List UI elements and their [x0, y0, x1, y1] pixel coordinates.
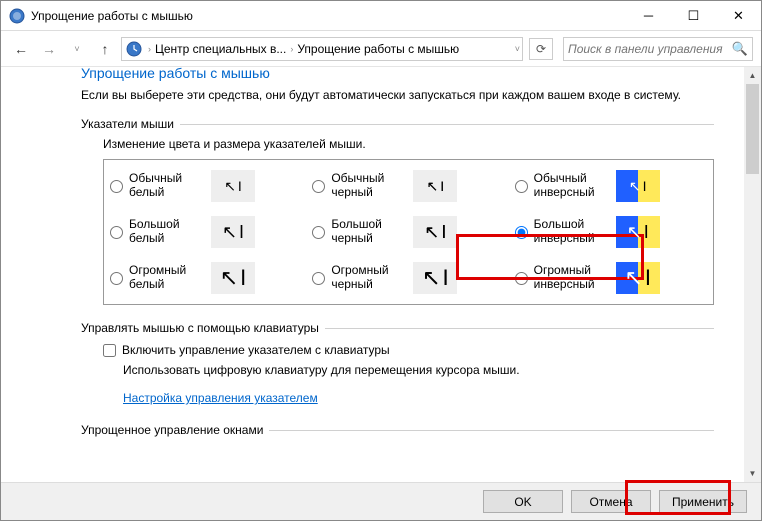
cursor-preview: ↖I — [211, 170, 255, 202]
option-label: Большой черный — [331, 218, 407, 246]
chevron-icon: › — [148, 44, 151, 54]
radio-inv-normal[interactable] — [515, 180, 528, 193]
refresh-button[interactable]: ⟳ — [529, 38, 553, 60]
radio-inv-huge[interactable] — [515, 272, 528, 285]
pointers-subtitle: Изменение цвета и размера указателей мыш… — [103, 137, 714, 151]
option-label: Огромный черный — [331, 264, 407, 292]
option-label: Обычный черный — [331, 172, 407, 200]
pointer-option-inv-huge[interactable]: Огромный инверсный ↖I — [515, 262, 707, 294]
section-title-pointers: Указатели мыши — [81, 117, 174, 131]
option-label: Обычный белый — [129, 172, 205, 200]
pointer-option-white-large[interactable]: Большой белый ↖I — [110, 216, 302, 248]
radio-white-huge[interactable] — [110, 272, 123, 285]
mouse-keys-help: Использовать цифровую клавиатуру для пер… — [123, 363, 714, 377]
cursor-preview: ↖I — [211, 216, 255, 248]
pointer-option-white-huge[interactable]: Огромный белый ↖I — [110, 262, 302, 294]
forward-button[interactable]: → — [37, 37, 61, 61]
cursor-preview: ↖I — [413, 262, 457, 294]
pointer-option-white-normal[interactable]: Обычный белый ↖I — [110, 170, 302, 202]
breadcrumb-item[interactable]: Центр специальных в... — [155, 42, 286, 56]
close-button[interactable]: ✕ — [716, 1, 761, 30]
checkbox-label: Включить управление указателем с клавиат… — [122, 343, 390, 357]
window-titlebar: Упрощение работы с мышью ─ ☐ ✕ — [1, 1, 761, 31]
navigation-bar: ← → ˅ ↑ › Центр специальных в... › Упрощ… — [1, 31, 761, 67]
pointer-option-black-huge[interactable]: Огромный черный ↖I — [312, 262, 504, 294]
radio-black-normal[interactable] — [312, 180, 325, 193]
divider — [269, 430, 714, 431]
option-label: Огромный инверсный — [534, 264, 610, 292]
enable-mouse-keys-checkbox[interactable] — [103, 344, 116, 357]
breadcrumb-item[interactable]: Упрощение работы с мышью — [297, 42, 459, 56]
back-button[interactable]: ← — [9, 37, 33, 61]
radio-white-large[interactable] — [110, 226, 123, 239]
radio-white-normal[interactable] — [110, 180, 123, 193]
cursor-preview: ↖I — [616, 216, 660, 248]
option-label: Большой белый — [129, 218, 205, 246]
control-panel-icon — [126, 41, 142, 57]
window-title: Упрощение работы с мышью — [31, 9, 626, 23]
content-pane: Упрощение работы с мышью Если вы выберет… — [1, 67, 744, 482]
apply-button[interactable]: Применить — [659, 490, 747, 513]
cursor-preview: ↖I — [413, 170, 457, 202]
enable-mouse-keys-row[interactable]: Включить управление указателем с клавиат… — [103, 343, 714, 357]
dropdown-icon[interactable]: ˅ — [515, 44, 520, 54]
section-title-windows-mgmt: Упрощенное управление окнами — [81, 423, 263, 437]
pointer-option-black-normal[interactable]: Обычный черный ↖I — [312, 170, 504, 202]
cursor-preview: ↖I — [413, 216, 457, 248]
option-label: Большой инверсный — [534, 218, 610, 246]
page-description: Если вы выберете эти средства, они будут… — [81, 87, 714, 103]
scrollbar-thumb[interactable] — [746, 84, 759, 174]
cursor-preview: ↖I — [616, 170, 660, 202]
dialog-button-bar: OK Отмена Применить — [1, 482, 761, 520]
search-icon[interactable]: 🔍 — [732, 41, 748, 57]
radio-black-large[interactable] — [312, 226, 325, 239]
minimize-button[interactable]: ─ — [626, 1, 671, 30]
pointer-option-black-large[interactable]: Большой черный ↖I — [312, 216, 504, 248]
radio-black-huge[interactable] — [312, 272, 325, 285]
app-icon — [9, 8, 25, 24]
maximize-button[interactable]: ☐ — [671, 1, 716, 30]
scroll-up-arrow[interactable]: ▲ — [744, 67, 761, 84]
chevron-icon: › — [290, 44, 293, 54]
up-button[interactable]: ↑ — [93, 37, 117, 61]
scroll-down-arrow[interactable]: ▼ — [744, 465, 761, 482]
address-bar[interactable]: › Центр специальных в... › Упрощение раб… — [121, 37, 523, 61]
pointer-option-inv-large[interactable]: Большой инверсный ↖I — [515, 216, 707, 248]
page-heading: Упрощение работы с мышью — [81, 67, 714, 81]
vertical-scrollbar[interactable]: ▲ ▼ — [744, 67, 761, 482]
search-input[interactable] — [568, 42, 732, 56]
pointer-options-group: Обычный белый ↖I Обычный черный ↖I Обычн… — [103, 159, 714, 305]
pointer-option-inv-normal[interactable]: Обычный инверсный ↖I — [515, 170, 707, 202]
cursor-preview: ↖I — [211, 262, 255, 294]
divider — [180, 124, 714, 125]
recent-dropdown[interactable]: ˅ — [65, 37, 89, 61]
cancel-button[interactable]: Отмена — [571, 490, 651, 513]
option-label: Обычный инверсный — [534, 172, 610, 200]
mouse-keys-settings-link[interactable]: Настройка управления указателем — [123, 391, 318, 405]
search-box[interactable]: 🔍 — [563, 37, 753, 61]
radio-inv-large[interactable] — [515, 226, 528, 239]
option-label: Огромный белый — [129, 264, 205, 292]
section-title-keyboard-mouse: Управлять мышью с помощью клавиатуры — [81, 321, 319, 335]
cursor-preview: ↖I — [616, 262, 660, 294]
ok-button[interactable]: OK — [483, 490, 563, 513]
divider — [325, 328, 714, 329]
